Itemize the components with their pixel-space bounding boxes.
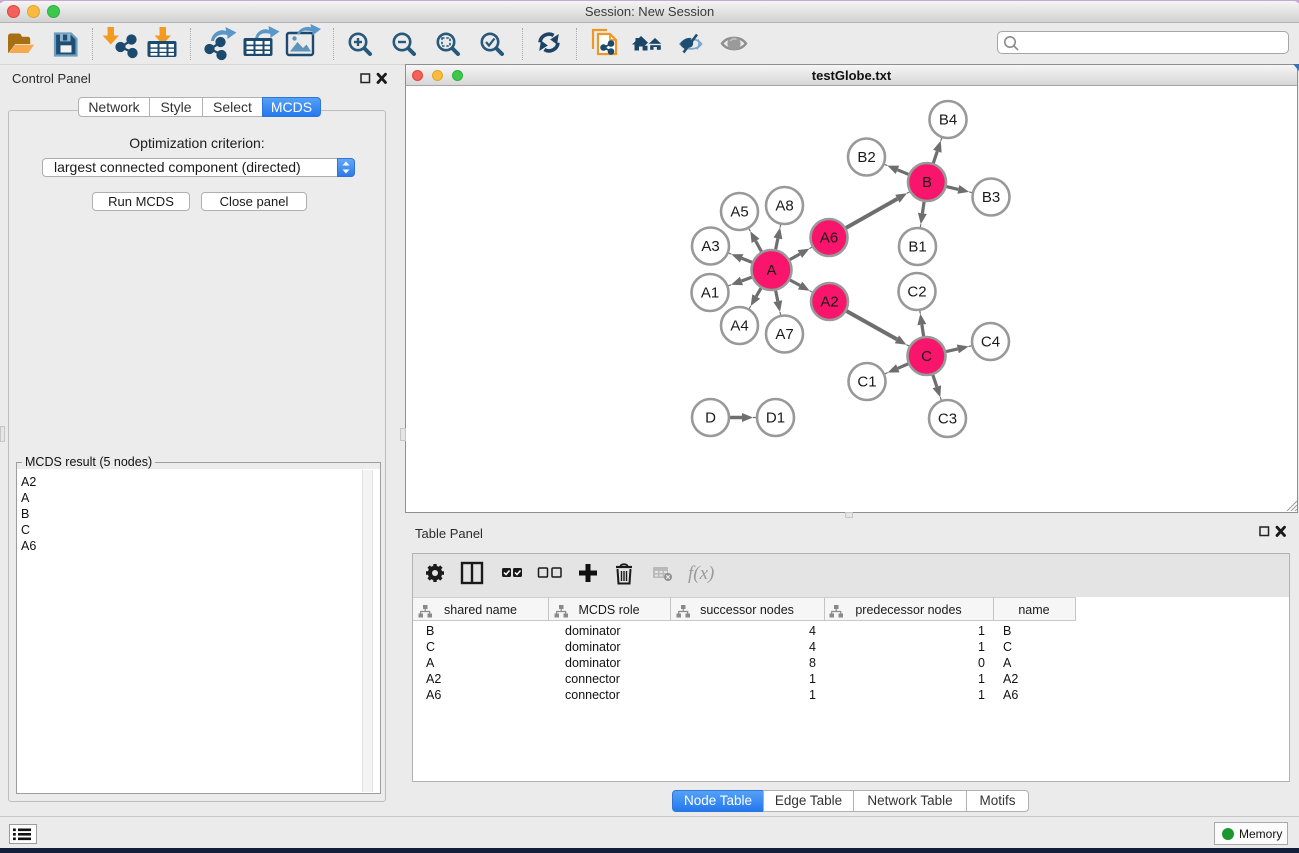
svg-text:A: A: [766, 262, 776, 279]
svg-text:B: B: [922, 174, 932, 191]
svg-text:C3: C3: [938, 411, 957, 428]
svg-text:A3: A3: [701, 238, 719, 255]
svg-text:f(x): f(x): [688, 563, 714, 584]
svg-text:C: C: [921, 348, 932, 365]
svg-text:A5: A5: [730, 204, 748, 221]
svg-text:A7: A7: [775, 326, 793, 343]
svg-text:A1: A1: [701, 285, 719, 302]
svg-text:A2: A2: [820, 294, 838, 311]
svg-text:C1: C1: [857, 374, 876, 391]
svg-text:A4: A4: [730, 318, 748, 335]
svg-text:D: D: [705, 410, 716, 427]
svg-text:D1: D1: [766, 410, 785, 427]
svg-text:C4: C4: [981, 334, 1000, 351]
svg-text:C2: C2: [907, 284, 926, 301]
svg-text:B2: B2: [857, 149, 875, 166]
svg-text:A6: A6: [820, 230, 838, 247]
svg-text:A8: A8: [775, 198, 793, 215]
svg-text:B3: B3: [982, 189, 1000, 206]
svg-text:B4: B4: [939, 112, 957, 129]
svg-text:B1: B1: [908, 239, 926, 256]
